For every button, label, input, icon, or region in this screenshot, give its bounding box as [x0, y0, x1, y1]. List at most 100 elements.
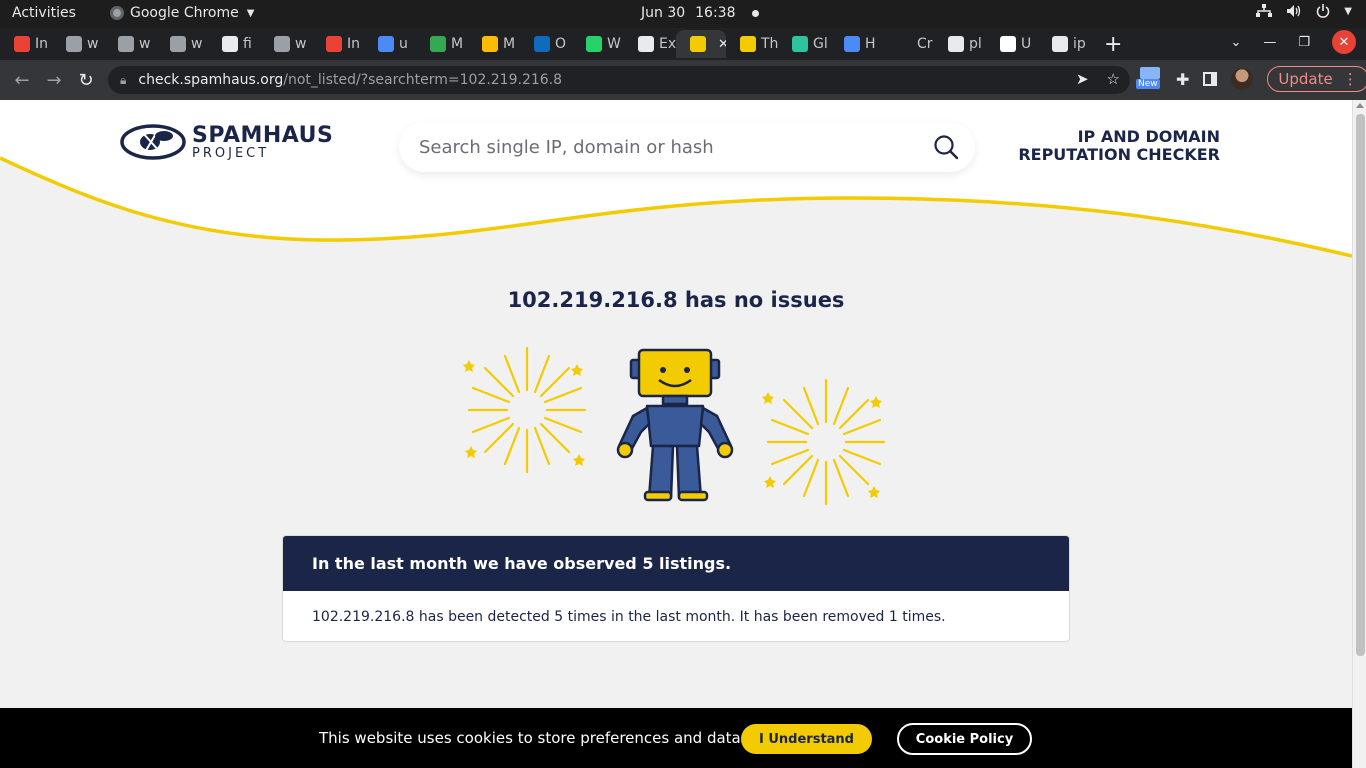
tab-title: W	[607, 36, 621, 52]
caret-down-icon: ▼	[1344, 5, 1352, 17]
system-tray[interactable]: ▼	[1256, 4, 1352, 18]
gmail-icon	[14, 36, 30, 52]
close-window-icon[interactable]: ✕	[1332, 30, 1356, 54]
tab-close-icon[interactable]: ✕	[718, 37, 726, 52]
drive-icon	[482, 36, 498, 52]
notification-dot-icon	[751, 9, 759, 17]
cookie-message: This website uses cookies to store prefe…	[319, 729, 746, 747]
tab-title: w	[191, 36, 203, 52]
tab-16[interactable]: H	[830, 30, 882, 58]
update-button[interactable]: Update ⋮	[1267, 66, 1366, 92]
lock-icon[interactable]: 🔒︎	[120, 73, 126, 88]
tab-17[interactable]: Cr	[882, 30, 934, 58]
tagline-line2: REPUTATION CHECKER	[1018, 145, 1220, 164]
blue-circle-icon	[378, 36, 394, 52]
profile-avatar[interactable]	[1231, 68, 1254, 90]
tab-13[interactable]: ✕	[676, 30, 726, 58]
search-input[interactable]	[419, 136, 899, 158]
system-top-bar: Activities Google Chrome ▼ Jun 30 16:38 …	[0, 0, 1366, 28]
github-icon	[896, 36, 912, 52]
tab-search-chevron-icon[interactable]: ⌄	[1230, 35, 1241, 50]
clock-time: 16:38	[695, 5, 736, 21]
spamhaus-icon	[690, 36, 706, 52]
update-label: Update	[1278, 70, 1333, 88]
document-icon	[222, 36, 238, 52]
tab-title: w	[295, 36, 307, 52]
browser-toolbar: ← → ↻ 🔒︎ check.spamhaus.org/not_listed/?…	[0, 60, 1366, 100]
clock-date: Jun 30	[641, 5, 686, 21]
cookie-accept-button[interactable]: I Understand	[741, 724, 872, 754]
listing-summary-card: In the last month we have observed 5 lis…	[282, 535, 1070, 642]
card-heading: In the last month we have observed 5 lis…	[283, 536, 1069, 591]
url-path: /not_listed/?searchterm=102.219.216.8	[283, 72, 563, 88]
page-scrollbar[interactable]	[1352, 100, 1366, 768]
tab-2[interactable]: w	[104, 30, 156, 58]
new-tab-button[interactable]: +	[1104, 32, 1122, 57]
tab-title: w	[87, 36, 99, 52]
tab-6[interactable]: In	[312, 30, 364, 58]
tab-title: U	[1021, 36, 1032, 52]
tagline: IP AND DOMAIN REPUTATION CHECKER	[1018, 128, 1220, 164]
extensions-puzzle-icon[interactable]: ✚	[1176, 70, 1189, 89]
caret-down-icon: ▼	[246, 7, 255, 19]
search-icon[interactable]	[933, 134, 959, 160]
reload-icon[interactable]: ↻	[70, 70, 102, 91]
document-icon	[948, 36, 964, 52]
restore-icon[interactable]: ❐	[1298, 35, 1310, 50]
bookmark-star-icon[interactable]: ☆	[1107, 70, 1120, 88]
back-arrow-icon[interactable]: ←	[6, 70, 38, 91]
address-bar[interactable]: 🔒︎ check.spamhaus.org/not_listed/?search…	[108, 66, 1130, 94]
extension-new-badge[interactable]: New	[1136, 67, 1162, 91]
tab-10[interactable]: O	[520, 30, 572, 58]
minimize-icon[interactable]: —	[1263, 35, 1276, 50]
tab-9[interactable]: M	[468, 30, 520, 58]
tab-title: pl	[969, 36, 982, 52]
spamhaus-logo[interactable]: SPAMHAUS PROJECT	[120, 122, 333, 162]
forward-arrow-icon[interactable]: →	[38, 70, 70, 91]
scroll-up-arrow-icon[interactable]	[1356, 103, 1364, 108]
whatsapp-icon	[586, 36, 602, 52]
app-menu[interactable]: Google Chrome ▼	[110, 5, 254, 21]
new-badge-label: New	[1136, 79, 1160, 89]
tab-title: Gl	[813, 36, 828, 52]
tab-15[interactable]: Gl	[778, 30, 830, 58]
tab-7[interactable]: u	[364, 30, 416, 58]
cpanel-icon	[66, 36, 82, 52]
outlook-icon	[534, 36, 550, 52]
network-icon	[1256, 4, 1273, 17]
tab-title: M	[451, 36, 464, 52]
clock[interactable]: Jun 30 16:38	[641, 5, 759, 21]
tab-14[interactable]: Th	[726, 30, 778, 58]
tab-4[interactable]: fi	[208, 30, 260, 58]
send-icon[interactable]: ➤	[1076, 70, 1089, 88]
tab-1[interactable]: w	[52, 30, 104, 58]
scrollbar-thumb[interactable]	[1356, 114, 1365, 656]
activities-button[interactable]: Activities	[12, 5, 76, 21]
tab-8[interactable]: M	[416, 30, 468, 58]
logo-subtitle: PROJECT	[192, 145, 270, 161]
tab-title: M	[503, 36, 516, 52]
side-panel-icon[interactable]	[1203, 72, 1218, 86]
cpanel-icon	[170, 36, 186, 52]
tab-3[interactable]: w	[156, 30, 208, 58]
tab-0[interactable]: In	[0, 30, 52, 58]
tab-19[interactable]: U	[986, 30, 1038, 58]
robot-mascot-icon	[616, 348, 734, 502]
tab-title: u	[399, 36, 408, 52]
tab-18[interactable]: pl	[934, 30, 986, 58]
cpanel-icon	[274, 36, 290, 52]
tab-5[interactable]: w	[260, 30, 312, 58]
s-icon	[740, 36, 756, 52]
tagline-line1: IP AND DOMAIN	[1077, 127, 1220, 146]
extension-icon	[1140, 67, 1160, 79]
power-icon	[1317, 4, 1330, 18]
chrome-icon	[110, 6, 124, 20]
tab-11[interactable]: W	[572, 30, 624, 58]
firework-right-icon	[762, 378, 886, 506]
cookie-policy-button[interactable]: Cookie Policy	[897, 723, 1032, 755]
cookie-banner: This website uses cookies to store prefe…	[0, 708, 1352, 768]
tab-12[interactable]: Ex	[624, 30, 676, 58]
firework-left-icon	[463, 346, 587, 474]
tab-20[interactable]: ip	[1038, 30, 1090, 58]
search-box[interactable]	[399, 122, 975, 172]
